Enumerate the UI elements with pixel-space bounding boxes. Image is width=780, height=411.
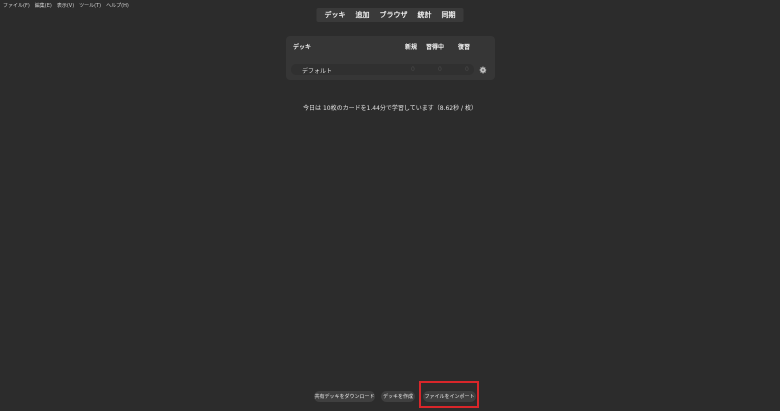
menu-bar: ファイル(F) 編集(E) 表示(V) ツール(T) ヘルプ(H): [3, 1, 129, 9]
deck-list-panel: デッキ 新規 習得中 復習 デフォルト 0 0 0: [286, 36, 495, 80]
menu-file[interactable]: ファイル(F): [3, 2, 30, 9]
anki-main-window: ファイル(F) 編集(E) 表示(V) ツール(T) ヘルプ(H) デッキ 追加…: [0, 0, 780, 411]
header-review: 復習: [458, 44, 471, 51]
nav-stats[interactable]: 統計: [413, 10, 437, 20]
deck-new-count: 0: [411, 66, 415, 73]
deck-name-link[interactable]: デフォルト: [302, 66, 332, 75]
menu-view[interactable]: 表示(V): [57, 2, 74, 9]
gear-icon[interactable]: [478, 65, 487, 74]
deck-review-count: 0: [465, 66, 469, 73]
get-shared-button[interactable]: 共有デッキをダウンロード: [314, 391, 375, 402]
top-navigation: デッキ 追加 ブラウザ 統計 同期: [316, 8, 464, 22]
deck-row-default[interactable]: デフォルト 0 0 0: [291, 64, 474, 75]
menu-help[interactable]: ヘルプ(H): [106, 2, 129, 9]
deck-table-header: デッキ 新規 習得中 復習: [286, 41, 495, 51]
header-new: 新規: [405, 44, 418, 51]
study-stats-text: 今日は 10枚のカードを1.44分で学習しています（8.62秒 / 枚）: [303, 105, 477, 112]
menu-tools[interactable]: ツール(T): [79, 2, 101, 9]
highlight-annotation-box: [419, 381, 479, 408]
nav-sync[interactable]: 同期: [437, 10, 461, 20]
create-deck-button[interactable]: デッキを作成: [381, 391, 415, 402]
header-deck: デッキ: [293, 44, 312, 51]
bottom-button-bar: 共有デッキをダウンロード デッキを作成 ファイルをインポート: [0, 391, 780, 403]
menu-edit[interactable]: 編集(E): [35, 2, 52, 9]
nav-browse[interactable]: ブラウザ: [375, 10, 413, 20]
header-learning: 習得中: [426, 44, 445, 51]
deck-learning-count: 0: [438, 66, 442, 73]
nav-add[interactable]: 追加: [351, 10, 375, 20]
nav-decks[interactable]: デッキ: [320, 10, 351, 20]
